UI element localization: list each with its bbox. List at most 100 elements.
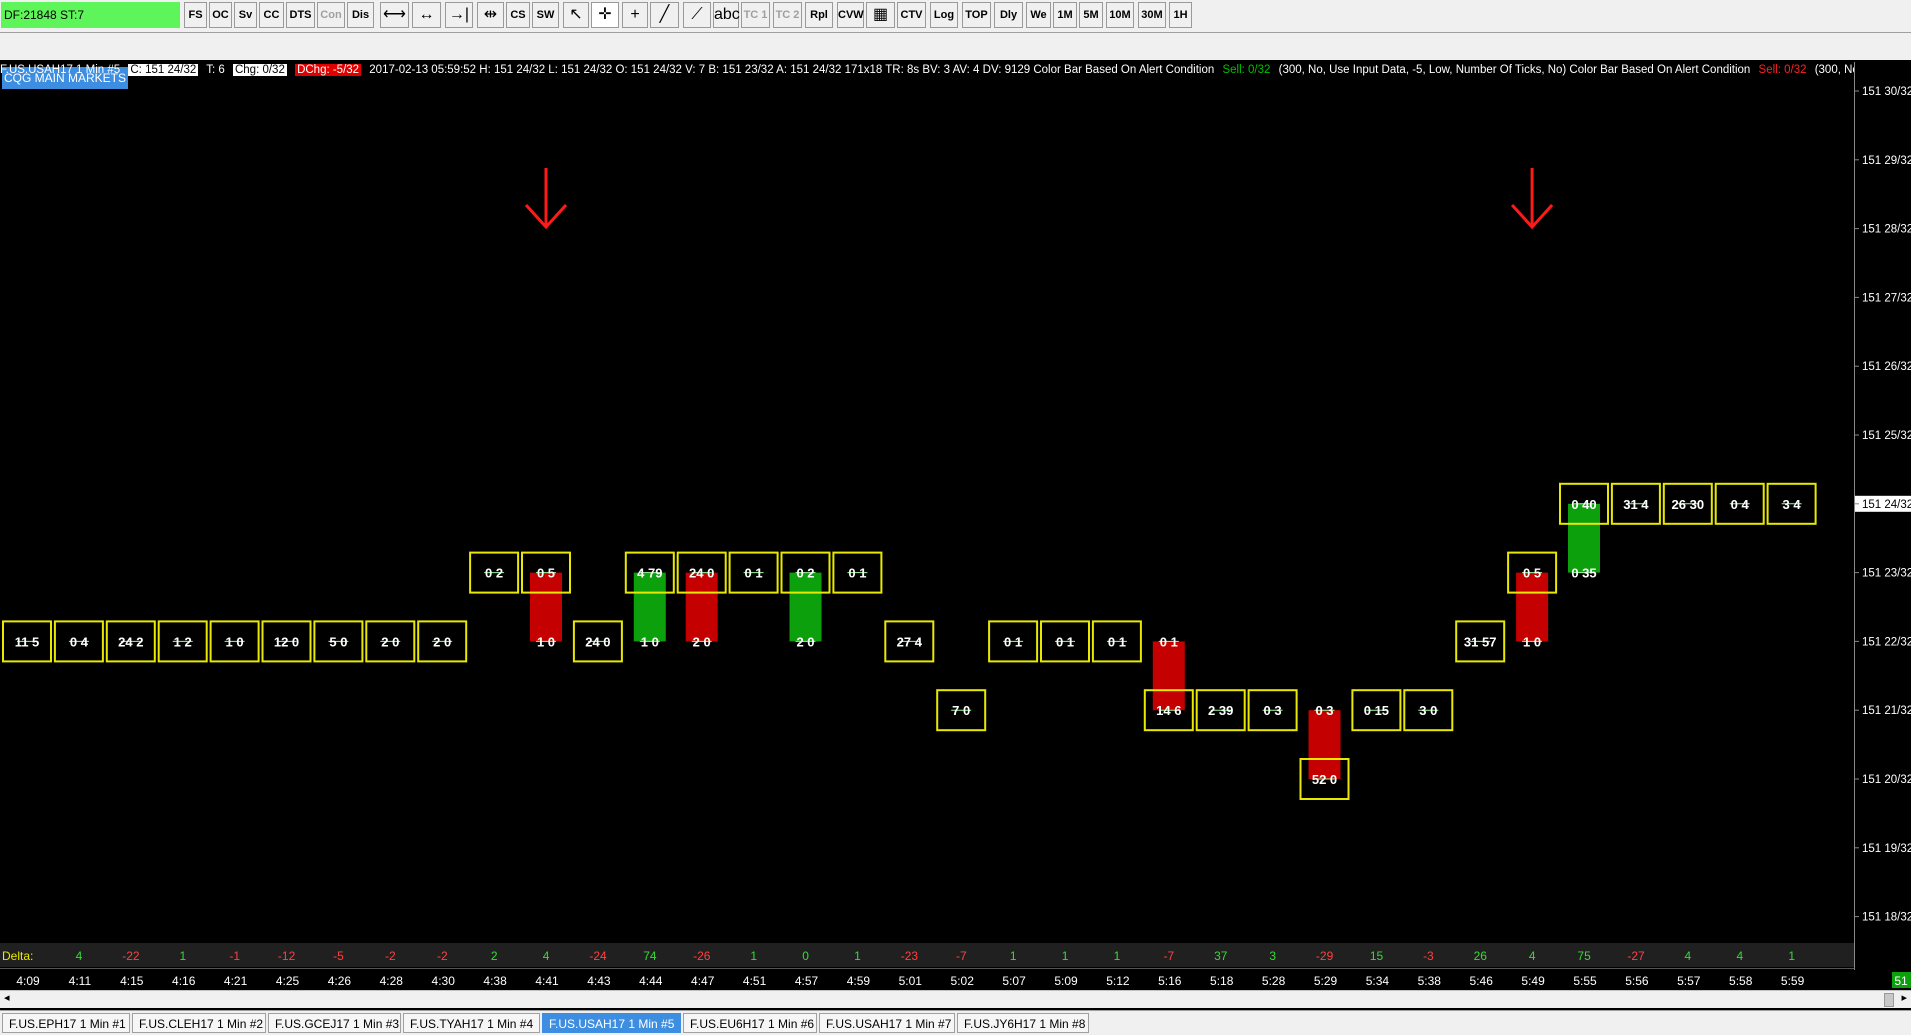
footprint-cell-text: 0 35 xyxy=(1571,566,1596,581)
time-label: 5:49 xyxy=(1521,974,1545,988)
scroll-right-icon[interactable]: ▸ xyxy=(1901,991,1907,1004)
delta-value: -2 xyxy=(437,949,448,963)
footprint-cell-text: 0 1 xyxy=(1160,634,1178,649)
price-label: 151 25/32 xyxy=(1862,430,1911,442)
footprint-cell-text: 0 5 xyxy=(1523,566,1541,581)
delta-value: -5 xyxy=(333,949,344,963)
time-label: 5:01 xyxy=(899,974,923,988)
footprint-cell-text: 0 2 xyxy=(485,566,503,581)
time-label: 5:57 xyxy=(1677,974,1701,988)
footprint-cell-text: 2 0 xyxy=(381,634,399,649)
time-label: 5:59 xyxy=(1781,974,1805,988)
delta-value: 1 xyxy=(1114,949,1121,963)
price-label: 151 24/32 xyxy=(1862,499,1911,511)
footprint-cell-text: 2 0 xyxy=(693,634,711,649)
time-label: 4:41 xyxy=(535,974,559,988)
time-label: 5:55 xyxy=(1573,974,1597,988)
footprint-cell-text: 0 1 xyxy=(745,566,763,581)
time-label: 5:09 xyxy=(1054,974,1078,988)
delta-value: -22 xyxy=(122,949,140,963)
footprint-cell-text: 0 3 xyxy=(1264,703,1282,718)
price-label: 151 26/32 xyxy=(1862,361,1911,373)
chart-tab[interactable]: F.US.USAH17 1 Min #7 xyxy=(819,1013,955,1033)
delta-value: 2 xyxy=(491,949,498,963)
delta-value: -23 xyxy=(901,949,919,963)
footprint-cell-text: 14 6 xyxy=(1156,703,1181,718)
delta-value: 4 xyxy=(543,949,550,963)
chart-tab[interactable]: F.US.JY6H17 1 Min #8 xyxy=(957,1013,1089,1033)
candle-body[interactable] xyxy=(789,572,822,642)
footprint-cell-text: 1 0 xyxy=(641,634,659,649)
delta-value: -2 xyxy=(385,949,396,963)
footprint-cell-text: 24 0 xyxy=(689,566,714,581)
time-label: 4:16 xyxy=(172,974,196,988)
footprint-cell-text: 0 2 xyxy=(796,566,814,581)
chart-tab[interactable]: F.US.GCEJ17 1 Min #3 xyxy=(268,1013,401,1033)
delta-value: -24 xyxy=(589,949,607,963)
delta-value: 1 xyxy=(854,949,861,963)
footprint-cell-text: 11 5 xyxy=(15,634,40,649)
footprint-cell-text: 52 0 xyxy=(1312,772,1337,787)
time-label: 4:38 xyxy=(483,974,507,988)
footprint-cell-text: 27 4 xyxy=(897,634,923,649)
footprint-cell-text: 0 40 xyxy=(1571,497,1596,512)
price-label: 151 27/32 xyxy=(1862,292,1911,304)
time-label: 4:30 xyxy=(432,974,456,988)
time-label: 5:46 xyxy=(1470,974,1494,988)
chart-tab[interactable]: F.US.EPH17 1 Min #1 xyxy=(2,1013,130,1033)
footprint-cell-text: 0 1 xyxy=(1108,634,1126,649)
delta-value: 3 xyxy=(1269,949,1276,963)
candle-body[interactable] xyxy=(1568,503,1600,573)
delta-value: 4 xyxy=(1736,949,1743,963)
delta-label: Delta: xyxy=(2,949,33,963)
delta-value: 74 xyxy=(643,949,657,963)
price-label: 151 20/32 xyxy=(1862,774,1911,786)
footprint-cell-text: 1 2 xyxy=(174,634,192,649)
delta-value: 4 xyxy=(76,949,83,963)
time-label: 5:28 xyxy=(1262,974,1286,988)
footprint-cell-text: 12 0 xyxy=(274,634,299,649)
footprint-cell-text: 2 39 xyxy=(1208,703,1233,718)
candle-body[interactable] xyxy=(1152,641,1185,711)
time-label: 4:47 xyxy=(691,974,715,988)
scroll-thumb[interactable] xyxy=(1884,993,1894,1007)
chart-tabs: F.US.EPH17 1 Min #1 F.US.CLEH17 1 Min #2 F… xyxy=(0,1010,1911,1035)
candle-body[interactable] xyxy=(633,572,666,642)
delta-value: -27 xyxy=(1627,949,1645,963)
footprint-cell-text: 31 57 xyxy=(1464,634,1497,649)
candle-body[interactable] xyxy=(1516,572,1549,642)
footprint-cell-text: 2 0 xyxy=(433,634,451,649)
time-label: 5:34 xyxy=(1366,974,1390,988)
chart-tab[interactable]: F.US.CLEH17 1 Min #2 xyxy=(132,1013,266,1033)
footprint-cell-text: 1 0 xyxy=(226,634,244,649)
time-label: 5:56 xyxy=(1625,974,1649,988)
delta-value: -1 xyxy=(229,949,240,963)
chart-tab[interactable]: F.US.USAH17 1 Min #5 xyxy=(542,1013,681,1033)
delta-value: 1 xyxy=(1788,949,1795,963)
time-label: 4:51 xyxy=(743,974,767,988)
delta-value: -3 xyxy=(1423,949,1434,963)
delta-value: 1 xyxy=(1010,949,1017,963)
scroll-left-icon[interactable]: ◂ xyxy=(4,991,10,1004)
horizontal-scrollbar[interactable]: ◂ ▸ xyxy=(0,990,1911,1008)
delta-value: -29 xyxy=(1316,949,1334,963)
axis-badge-text: 51 xyxy=(1894,974,1908,988)
time-label: 5:12 xyxy=(1106,974,1130,988)
footprint-cell-text: 2 0 xyxy=(796,634,814,649)
candle-body[interactable] xyxy=(530,572,562,642)
delta-value: -12 xyxy=(278,949,296,963)
time-label: 5:58 xyxy=(1729,974,1753,988)
footprint-cell-text: 3 4 xyxy=(1783,497,1802,512)
footprint-chart[interactable]: 151 30/32151 29/32151 28/32151 27/32151 … xyxy=(0,0,1911,1010)
time-label: 4:21 xyxy=(224,974,248,988)
footprint-cell-text: 0 4 xyxy=(1731,497,1750,512)
candle-body[interactable] xyxy=(685,572,718,642)
time-label: 4:44 xyxy=(639,974,663,988)
footprint-cell-text: 1 0 xyxy=(1523,634,1541,649)
candle-body[interactable] xyxy=(1308,710,1341,779)
chart-tab[interactable]: F.US.TYAH17 1 Min #4 xyxy=(403,1013,540,1033)
chart-tab[interactable]: F.US.EU6H17 1 Min #6 xyxy=(683,1013,817,1033)
delta-value: 37 xyxy=(1214,949,1228,963)
time-label: 4:57 xyxy=(795,974,819,988)
time-label: 5:02 xyxy=(951,974,975,988)
